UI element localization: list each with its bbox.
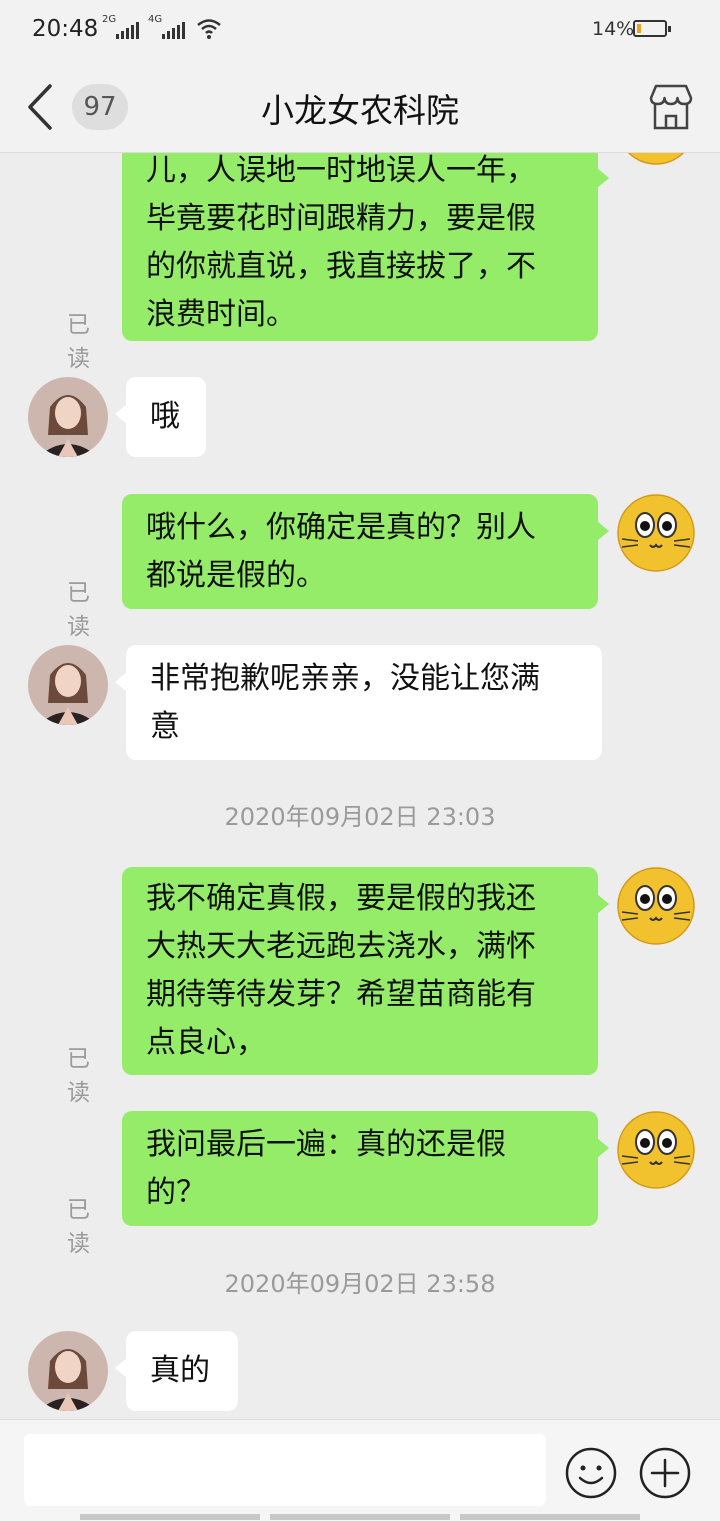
- read-status: 已读: [67, 1197, 90, 1257]
- signal-icon: [162, 22, 185, 39]
- message-bubble[interactable]: 哦什么，你确定是真的？别人 都说是假的。: [122, 494, 609, 609]
- cat-emoji-avatar-icon[interactable]: [616, 493, 696, 573]
- nav-hint-bar: [270, 1514, 450, 1520]
- read-status: 已读: [67, 312, 90, 372]
- read-status: 已读: [67, 1046, 90, 1106]
- message-timestamp: 2020年09月02日 23:58: [224, 1270, 496, 1298]
- plus-circle-icon[interactable]: [638, 1446, 692, 1500]
- message-bubble[interactable]: 我问最后一遍：真的还是假 的？: [122, 1111, 609, 1226]
- smiley-icon[interactable]: [564, 1446, 618, 1500]
- nav-hint-bar: [460, 1514, 640, 1520]
- message-timestamp: 2020年09月02日 23:03: [224, 803, 496, 831]
- message-bubble[interactable]: 非常抱歉呢亲亲，没能让您满 意: [115, 645, 602, 760]
- network-4g-label: 4G: [148, 14, 163, 25]
- message-bubble[interactable]: 儿，人误地一时地误人一年， 毕竟要花时间跟精力，要是假 的你就直说，我直接拔了，…: [122, 153, 609, 341]
- battery-percent: 14%: [592, 18, 635, 40]
- cat-emoji-avatar-icon[interactable]: [616, 1110, 696, 1190]
- user-photo-avatar-icon[interactable]: [28, 377, 108, 457]
- message-bubble[interactable]: 真的: [115, 1331, 238, 1411]
- read-status: 已读: [67, 580, 90, 640]
- message-bubble[interactable]: 我不确定真假，要是假的我还 大热天大老远跑去浇水，满怀 期待等待发芽？希望苗商能…: [122, 867, 609, 1075]
- user-photo-avatar-icon[interactable]: [28, 1331, 108, 1411]
- cat-emoji-avatar-icon[interactable]: [616, 866, 696, 946]
- nav-hint-bar: [80, 1514, 260, 1520]
- battery-icon: [633, 20, 671, 37]
- network-2g-label: 2G: [102, 14, 117, 25]
- user-photo-avatar-icon[interactable]: [28, 645, 108, 725]
- status-bar: 20:48 2G 4G 14%: [0, 0, 720, 62]
- message-bubble[interactable]: 哦: [115, 377, 206, 457]
- store-icon[interactable]: [646, 82, 696, 132]
- chat-title: 小龙女农科院: [261, 91, 459, 130]
- cat-emoji-avatar-icon[interactable]: [616, 153, 696, 165]
- message-list[interactable]: 儿，人误地一时地误人一年， 毕竟要花时间跟精力，要是假 的你就直说，我直接拔了，…: [0, 153, 720, 1419]
- status-time: 20:48: [32, 16, 99, 42]
- wifi-icon: [197, 19, 221, 39]
- input-bar: [0, 1419, 720, 1521]
- chat-header: 97 小龙女农科院: [0, 62, 720, 153]
- signal-icon: [116, 22, 139, 39]
- message-input[interactable]: [24, 1434, 546, 1506]
